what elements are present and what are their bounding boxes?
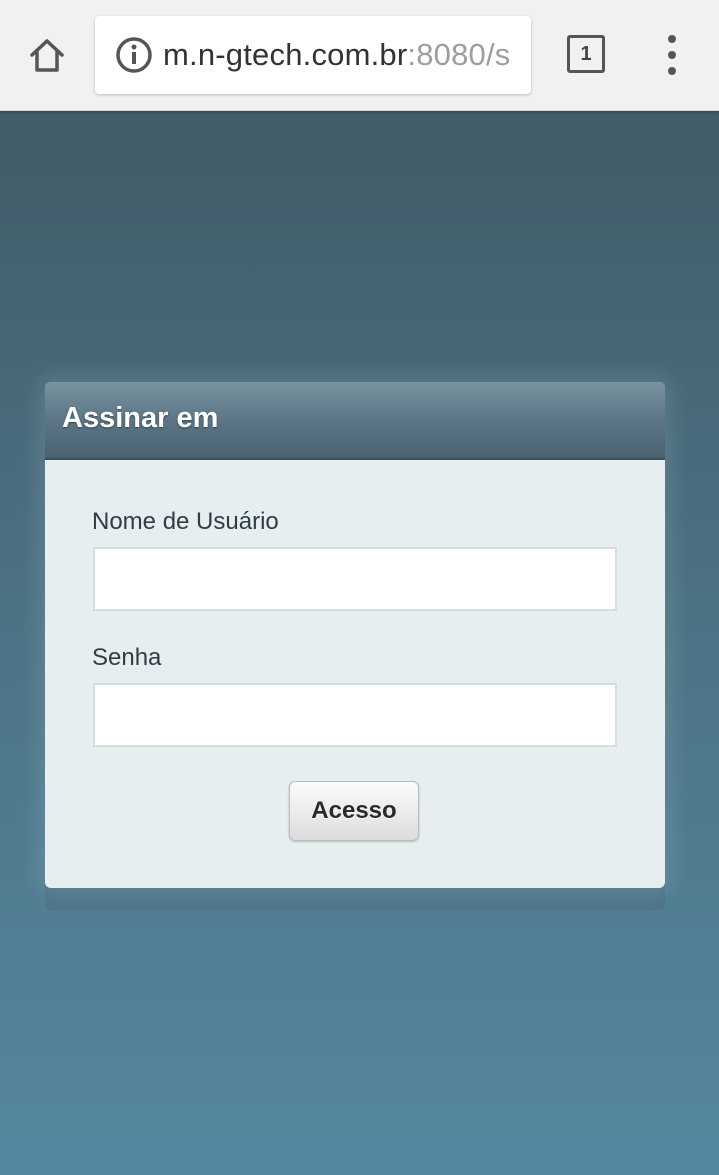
page-title: Assinar em [62, 402, 219, 434]
url-host: m.n-gtech.com.br [163, 37, 408, 72]
password-label: Senha [92, 644, 162, 671]
url-path: :8080/s [407, 37, 511, 72]
home-button[interactable] [22, 30, 72, 80]
url-text[interactable]: m.n-gtech.com.br:8080/s [163, 16, 510, 94]
username-input[interactable] [93, 547, 617, 611]
tab-switcher-button[interactable]: 1 [567, 35, 605, 73]
tab-count: 1 [580, 43, 592, 65]
more-vert-icon[interactable] [658, 35, 688, 77]
home-icon [30, 39, 64, 72]
info-icon[interactable] [115, 36, 153, 74]
password-input[interactable] [93, 683, 617, 747]
username-label: Nome de Usuário [92, 508, 279, 535]
login-button[interactable]: Acesso [289, 781, 419, 841]
url-bar[interactable]: m.n-gtech.com.br:8080/s [95, 16, 531, 94]
login-panel: Assinar em Nome de Usuário Senha Acesso [45, 382, 665, 888]
browser-toolbar: m.n-gtech.com.br:8080/s 1 [0, 0, 719, 111]
